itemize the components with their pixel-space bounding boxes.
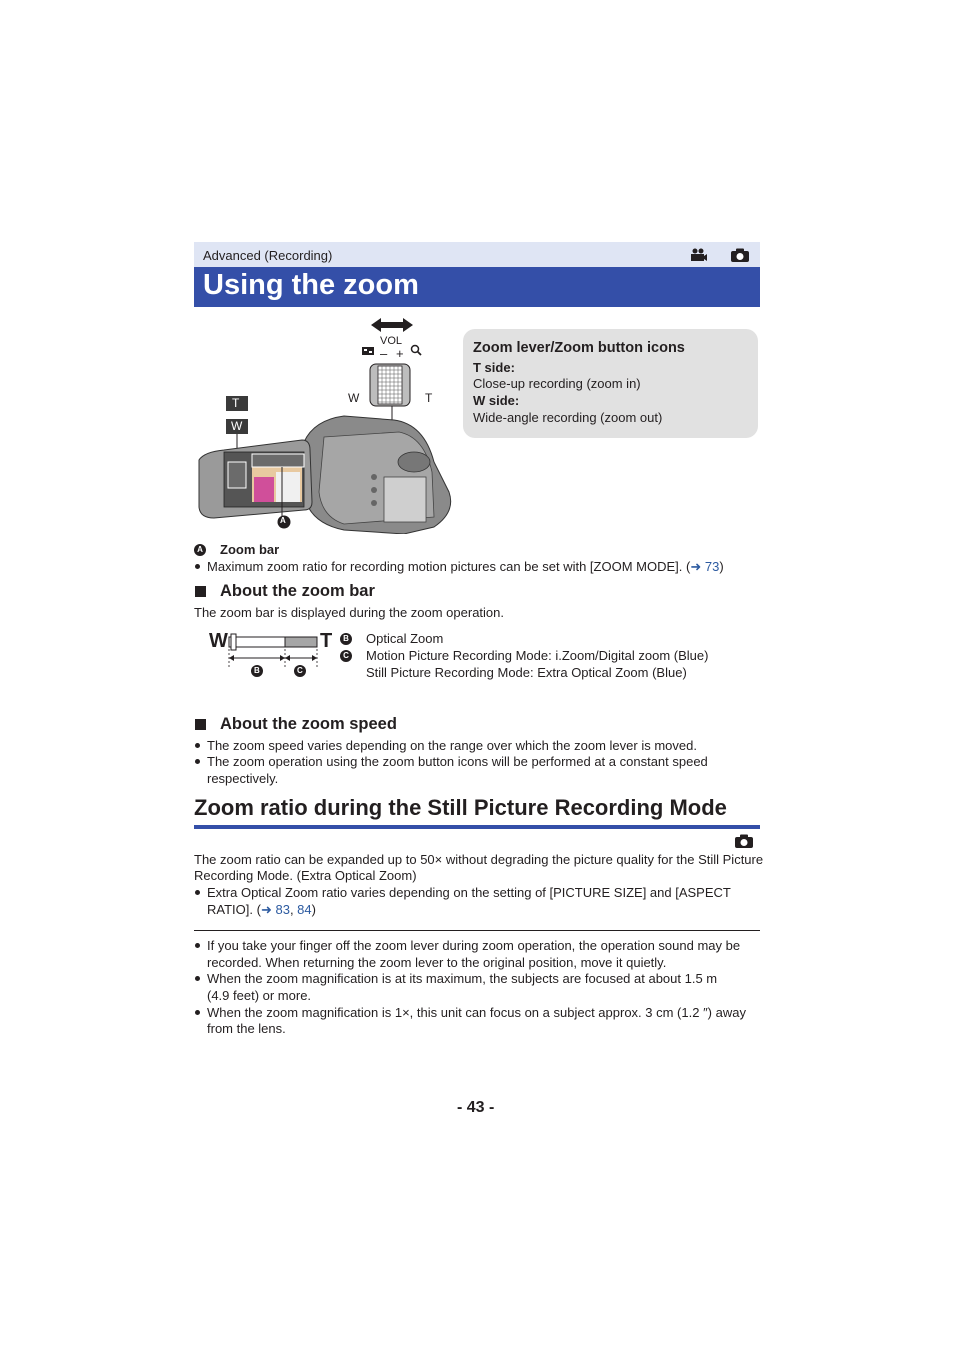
- note-3-line2: from the lens.: [207, 1021, 286, 1036]
- page-number: - 43 -: [457, 1099, 495, 1116]
- note-3-line1: When the zoom magnification is 1×, this …: [207, 1005, 746, 1020]
- zoom-button-w: W: [231, 419, 243, 433]
- vol-plus-label: +: [396, 346, 404, 361]
- camera-icon: [730, 248, 750, 267]
- bullet: [195, 890, 200, 895]
- heading-square-icon: [195, 586, 206, 597]
- zoom-bar-label: Zoom bar: [220, 542, 280, 557]
- section-label: Advanced (Recording): [203, 248, 333, 263]
- note-1-line1: If you take your finger off the zoom lev…: [207, 938, 741, 953]
- heading-square-icon: [195, 719, 206, 730]
- still-bullet-line1: Extra Optical Zoom ratio varies dependin…: [207, 885, 731, 900]
- zoom-button-t: T: [232, 396, 240, 410]
- zoom-bar-t-label: T: [320, 630, 333, 652]
- notes-divider: [194, 930, 760, 931]
- letter-a-badge: A: [194, 544, 206, 556]
- w-side-text: Wide-angle recording (zoom out): [473, 410, 663, 425]
- motion-picture-icon: [690, 248, 708, 267]
- double-arrow-icon: [371, 318, 413, 332]
- lever-w-label: W: [348, 391, 360, 405]
- bullet: [195, 943, 200, 948]
- speed-bullet-2-cont: respectively.: [207, 771, 279, 786]
- bullet: [195, 976, 200, 981]
- callout-letter-a: A: [280, 516, 286, 525]
- note-1-line2: recorded. When returning the zoom lever …: [207, 955, 667, 970]
- legend-optical-zoom: Optical Zoom: [366, 631, 444, 646]
- bullet: [195, 564, 200, 569]
- still-para-line1: The zoom ratio can be expanded up to 50×…: [194, 852, 764, 867]
- lever-t-label: T: [425, 391, 433, 405]
- title-bar: Using the zoom: [194, 267, 760, 307]
- note-2-line1: When the zoom magnification is at its ma…: [207, 971, 718, 986]
- page-title: Using the zoom: [203, 269, 419, 301]
- about-zoom-speed-heading: About the zoom speed: [220, 715, 397, 733]
- legend-still-zoom: Still Picture Recording Mode: Extra Opti…: [366, 665, 687, 680]
- speed-bullet-2: The zoom operation using the zoom button…: [207, 754, 708, 769]
- about-zoom-bar-heading: About the zoom bar: [220, 582, 375, 600]
- section-bar: Advanced (Recording): [194, 242, 760, 267]
- camera-icon: [734, 834, 754, 853]
- note-2-line2: (4.9 feet) or more.: [207, 988, 312, 1003]
- diagram-letter-c: C: [297, 666, 303, 675]
- zoom-bar-w-label: W: [209, 630, 228, 652]
- bullet: [195, 1010, 200, 1015]
- camcorder-illustration: VOL – + W T T W A: [194, 312, 462, 535]
- zoom-bar-intro: The zoom bar is displayed during the zoo…: [194, 605, 505, 620]
- zoom-mode-note: Maximum zoom ratio for recording motion …: [207, 559, 724, 574]
- speed-bullet-1: The zoom speed varies depending on the r…: [207, 738, 697, 753]
- w-side-label: W side:: [473, 393, 520, 408]
- bullet: [195, 759, 200, 764]
- legend-motion-zoom: Motion Picture Recording Mode: i.Zoom/Di…: [366, 648, 709, 663]
- page-link-83[interactable]: ➜ 83: [261, 902, 290, 917]
- diagram-letter-b: B: [254, 666, 260, 675]
- page-link-73[interactable]: ➜ 73: [690, 559, 719, 574]
- bullet: [195, 743, 200, 748]
- t-side-text: Close-up recording (zoom in): [473, 376, 641, 391]
- tele-magnifier-icon: [410, 344, 422, 356]
- legend-letter-c: C: [340, 650, 352, 662]
- still-bullet-line2: RATIO]. (➜ 83, 84): [207, 902, 316, 917]
- still-section-heading: Zoom ratio during the Still Picture Reco…: [194, 795, 727, 820]
- heading-rule: [194, 825, 760, 829]
- zoom-icons-callout: Zoom lever/Zoom button icons T side: Clo…: [463, 329, 758, 438]
- t-side-label: T side:: [473, 360, 515, 375]
- legend-letter-b: B: [340, 633, 352, 645]
- callout-heading: Zoom lever/Zoom button icons: [473, 340, 685, 356]
- still-para-line2: Recording Mode. (Extra Optical Zoom): [194, 868, 417, 883]
- zoom-bar-diagram: W T B C: [207, 630, 337, 680]
- page-link-84[interactable]: 84: [297, 902, 311, 917]
- vol-minus-label: –: [380, 346, 388, 361]
- wide-icon: [362, 347, 374, 355]
